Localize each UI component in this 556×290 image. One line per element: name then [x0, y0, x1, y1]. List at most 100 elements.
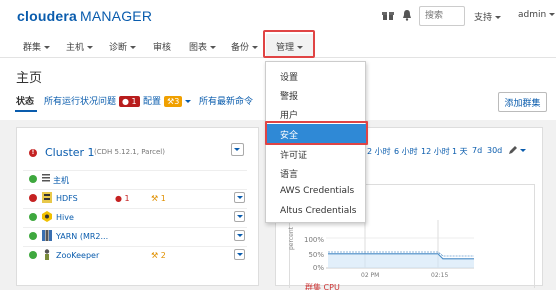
support-menu[interactable]: 支持: [474, 10, 502, 23]
menu-item-language[interactable]: 语言: [266, 163, 366, 182]
warning-badge: ⚒3: [164, 96, 183, 107]
time-range-2h[interactable]: 2 小时: [367, 146, 391, 157]
chevron-down-icon: [130, 46, 137, 49]
nav-audits[interactable]: 审核: [153, 40, 171, 53]
service-row-hive: Hive: [23, 208, 247, 225]
nav-charts[interactable]: 图表: [189, 40, 217, 53]
highlight-admin-menu: [263, 30, 315, 58]
good-status-icon: [29, 175, 37, 183]
x-tick-1: 02:15: [431, 272, 448, 279]
hosts-link[interactable]: 主机: [53, 175, 69, 186]
chart-title: 群集 CPU: [305, 283, 340, 290]
logo-product: MANAGER: [79, 8, 153, 24]
list-icon: [42, 173, 50, 186]
alert-badge: ● 1: [119, 96, 140, 107]
time-range-12h[interactable]: 12 小时: [421, 146, 450, 157]
yarn-icon: [42, 230, 52, 244]
cluster-details: (CDH 5.12.1, Parcel): [94, 148, 165, 156]
tab-status[interactable]: 状态: [16, 94, 34, 107]
tab-recent-commands[interactable]: 所有最新命令: [199, 94, 253, 107]
tab-label: 所有运行状况问题: [44, 97, 117, 107]
time-range-30d[interactable]: 30d: [487, 146, 502, 155]
chevron-down-icon: [185, 100, 192, 103]
service-actions-dropdown[interactable]: [234, 249, 245, 260]
service-name-link[interactable]: ZooKeeper: [56, 251, 99, 260]
chevron-down-icon: [495, 16, 502, 19]
service-name-link[interactable]: Hive: [56, 213, 74, 222]
logo-brand: cloudera: [17, 8, 77, 24]
good-status-icon: [29, 251, 37, 259]
chevron-down-icon: [237, 215, 243, 218]
menu-item-aws-credentials[interactable]: AWS Credentials: [266, 182, 366, 201]
y-tick-100: 100%: [304, 236, 324, 244]
cpu-series-area: [328, 254, 474, 268]
chevron-down-icon: [87, 46, 94, 49]
tab-label: 配置: [143, 97, 162, 107]
time-range-1d[interactable]: 1 天: [452, 146, 468, 157]
chevron-down-icon: [237, 253, 243, 256]
chevron-down-icon: [237, 234, 243, 237]
page-title: 主页: [16, 71, 43, 86]
service-actions-dropdown[interactable]: [234, 230, 245, 241]
tab-label: 所有最新命令: [199, 97, 254, 107]
alert-count[interactable]: ● 1: [115, 194, 130, 203]
nav-backup[interactable]: 备份: [231, 40, 259, 53]
top-header: clouderaMANAGER 支持 admin: [0, 0, 556, 31]
service-actions-dropdown[interactable]: [234, 192, 245, 203]
menu-item-license[interactable]: 许可证: [266, 144, 366, 163]
chevron-down-icon: [210, 46, 217, 49]
support-label: 支持: [474, 13, 493, 23]
nav-clusters[interactable]: 群集: [23, 40, 51, 53]
menu-item-altus-credentials[interactable]: Altus Credentials: [266, 202, 366, 221]
warning-count[interactable]: ⚒ 2: [151, 251, 166, 260]
notification-bell-icon[interactable]: [401, 9, 413, 21]
hdfs-icon: [42, 192, 52, 206]
service-row-yarn: YARN (MR2...: [23, 227, 247, 244]
hosts-row: 主机: [23, 170, 247, 187]
chevron-down-icon: [549, 13, 556, 16]
pencil-edit-icon[interactable]: [508, 145, 518, 158]
error-count-icon: ●: [115, 194, 122, 203]
time-range-6h[interactable]: 6 小时: [394, 146, 418, 157]
wrench-icon: ⚒: [151, 251, 159, 260]
count-value: 1: [160, 194, 166, 203]
chevron-down-icon: [237, 196, 243, 199]
service-actions-dropdown[interactable]: [234, 211, 245, 222]
tab-configuration[interactable]: 配置 ⚒3: [143, 94, 192, 107]
active-tab-indicator: [15, 110, 37, 112]
cloudera-logo[interactable]: cloudera MANAGER: [17, 8, 152, 24]
count-value: 1: [124, 194, 130, 203]
chevron-down-icon[interactable]: [520, 149, 526, 152]
gift-icon[interactable]: [382, 9, 394, 21]
tab-label: 状态: [16, 97, 35, 107]
chevron-down-icon: [44, 46, 51, 49]
search-input[interactable]: [419, 6, 465, 26]
cluster-actions-dropdown[interactable]: [231, 143, 244, 156]
service-name-link[interactable]: YARN (MR2...: [56, 232, 108, 241]
add-cluster-button[interactable]: 添加群集: [498, 92, 547, 112]
menu-item-alerts[interactable]: 警报: [266, 85, 366, 104]
time-range-7d[interactable]: 7d: [472, 146, 482, 155]
nav-label: 审核: [153, 43, 172, 53]
chevron-down-icon: [234, 148, 240, 151]
menu-item-settings[interactable]: 设置: [266, 66, 366, 85]
x-tick-0: 02 PM: [361, 272, 379, 279]
nav-label: 主机: [66, 43, 85, 53]
good-status-icon: [29, 213, 37, 221]
nav-diagnostics[interactable]: 诊断: [109, 40, 137, 53]
user-label: admin: [518, 10, 547, 20]
cluster-name-link[interactable]: Cluster 1: [45, 146, 95, 159]
y-tick-50: 50%: [308, 251, 324, 259]
nav-hosts[interactable]: 主机: [66, 40, 94, 53]
chevron-down-icon: [252, 46, 259, 49]
badge-count: 3: [174, 97, 180, 106]
warning-count[interactable]: ⚒ 1: [151, 194, 166, 203]
tab-health-issues[interactable]: 所有运行状况问题 ● 1: [44, 94, 140, 107]
error-status-icon: [29, 194, 37, 202]
count-value: 2: [160, 251, 166, 260]
user-menu[interactable]: admin: [518, 10, 556, 20]
service-name-link[interactable]: HDFS: [56, 194, 78, 203]
chart-ylabel: percent: [288, 226, 295, 250]
wrench-icon: ⚒: [151, 194, 159, 203]
good-status-icon: [29, 232, 37, 240]
